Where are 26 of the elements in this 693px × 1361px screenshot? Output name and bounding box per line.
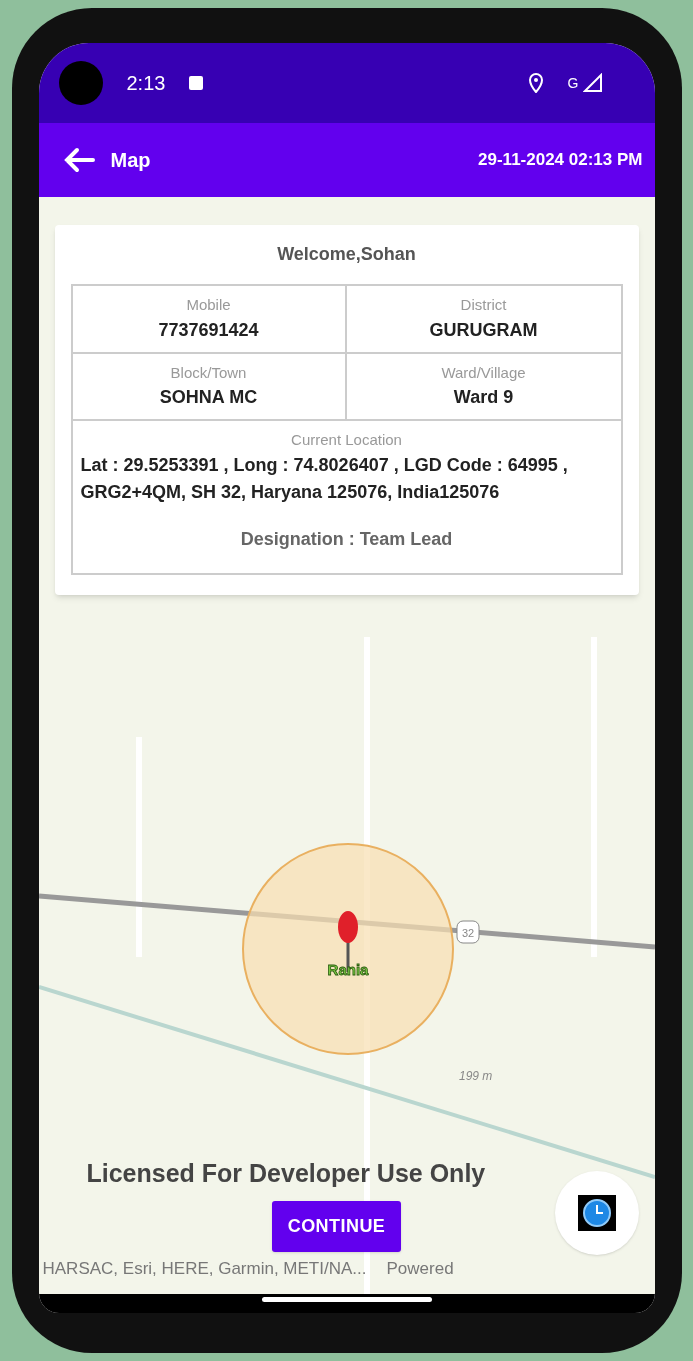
- license-notice: Licensed For Developer Use Only: [86, 1158, 487, 1189]
- date-time: 29-11-2024 02:13 PM: [478, 149, 643, 172]
- map-attribution: HARSAC, Esri, HERE, Garmin, METI/NA...: [42, 1257, 367, 1280]
- field-value: SOHNA MC: [159, 386, 258, 409]
- home-indicator[interactable]: [261, 1296, 432, 1302]
- welcome-text: Welcome,Sohan: [277, 243, 416, 266]
- signal-icon: [582, 73, 603, 93]
- back-arrow-icon[interactable]: [62, 147, 95, 173]
- field-value: Ward 9: [453, 386, 514, 409]
- continue-button[interactable]: CONTINUE: [271, 1200, 402, 1252]
- status-time: 2:13: [126, 71, 166, 96]
- field-label: Current Location: [291, 430, 402, 450]
- designation-text: Designation : Team Lead: [240, 527, 453, 551]
- screen-title: Map: [110, 148, 151, 173]
- network-type: G: [567, 73, 579, 93]
- field-label: Mobile: [186, 295, 231, 315]
- camera-hole: [58, 61, 103, 105]
- field-value: GURUGRAM: [429, 318, 538, 342]
- location-pin-icon: [527, 73, 544, 93]
- field-label: Block/Town: [170, 362, 247, 383]
- location-text: Lat : 29.5253391 , Long : 74.8026407 , LGD Code : 64995 , GRG2+4QM, SH 32, Haryana 125076, India125076: [80, 453, 569, 504]
- powered-by-text: Powered: [386, 1257, 454, 1280]
- field-label: District: [460, 295, 507, 315]
- notification-icon: [189, 76, 204, 90]
- field-value: 7737691424: [158, 318, 259, 342]
- field-label: Ward/Village: [441, 362, 526, 383]
